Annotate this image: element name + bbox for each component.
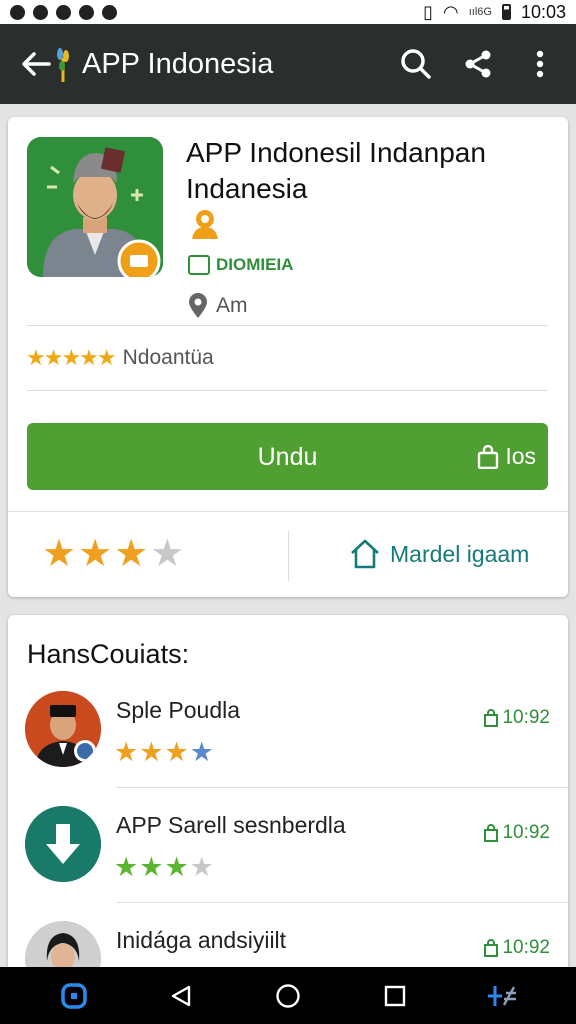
divider [27,325,548,326]
back-nav-button[interactable] [161,976,201,1016]
network-label: ııl6G [468,6,492,18]
navigation-bar [0,967,576,1024]
divider [288,531,289,581]
clock: 10:03 [520,1,566,22]
install-secondary: Ios [477,443,536,470]
star-icon: ★ [189,852,215,882]
accessibility-nav-button[interactable] [482,976,522,1016]
back-arrow-icon [22,52,51,76]
rating-text: Ndoantüa [122,346,214,369]
more-options-button[interactable] [522,46,558,82]
avatar [25,691,101,767]
download-icon [25,806,101,882]
triangle-back-icon [171,985,190,1006]
app-details-card: APP Indonesil Indanpan Indanesia DIOMIEI… [8,117,568,597]
divider [27,390,548,391]
bag-icon [484,709,499,727]
house-outline-icon [351,539,379,569]
list-item[interactable]: APP Sarell sesnberdla ★★★★ 10:92 [8,788,568,900]
wifi-icon: ◠ [443,1,459,22]
shopping-bag-icon [478,444,499,469]
wishlist-label: Mardel igaam [390,540,530,567]
vibrate-icon: ▯ [423,1,433,22]
star-icon[interactable]: ★ [42,533,78,575]
developer-icon[interactable] [188,207,222,246]
home-circle-icon [276,983,300,1008]
item-rating-stars: ★★★★ [114,852,215,883]
battery-icon [501,4,511,20]
badge-label: DIOMIEIA [216,255,294,274]
item-size-label: 10:92 [502,937,550,958]
star-icon[interactable]: ★ [150,533,186,575]
status-bar: ▯ ◠ ııl6G 10:03 [0,0,576,24]
star-icon: ★ [164,852,190,882]
assistant-icon [60,982,87,1009]
assistant-button[interactable] [54,976,94,1016]
rating-summary[interactable]: ★★★★★ Ndoantüa [26,345,214,371]
notification-icon [56,4,71,20]
install-button[interactable]: Undu Ios [27,423,548,490]
star-icon: ★ [139,737,165,767]
person-avatar-icon [25,691,101,767]
home-nav-button[interactable] [268,976,308,1016]
location-row: Am [188,293,248,319]
star-icon: ★ [164,737,190,767]
search-button[interactable] [398,46,434,82]
item-name: Sple Poudla [116,697,241,723]
recents-nav-button[interactable] [375,976,415,1016]
list-item[interactable]: Inidága andsiyiilt ★★★★ 10:92 [8,903,568,975]
badge-icon [188,255,210,275]
location-pin-icon [189,293,207,318]
item-size-label: 10:92 [502,707,550,728]
star-icon: ★ [189,737,215,767]
star-icon: ★ [114,852,140,882]
similar-apps-card: HansCouiats: Sple Poudla ★★★★ 10:92 APP … [8,615,568,975]
section-title: HansCouiats: [27,639,190,669]
item-name: Inidága andsiyiilt [116,927,287,953]
recents-square-icon [384,985,406,1006]
item-size: 10:92 [484,822,550,844]
rating-stars-icon: ★★★★★ [26,345,117,370]
notification-icon [102,4,117,20]
app-icon[interactable] [27,137,163,277]
search-icon [401,49,431,79]
item-name: APP Sarell sesnberdla [116,812,346,838]
app-bar-title: APP Indonesia [82,47,274,80]
star-icon[interactable]: ★ [114,533,150,575]
item-rating-stars: ★★★★ [114,737,215,768]
avatar [25,806,101,882]
share-icon [465,50,491,78]
bag-icon [484,824,499,842]
wishlist-button[interactable]: Mardel igaam [348,537,529,571]
notification-icon [79,4,94,20]
notification-icon [33,4,48,20]
split-screen-icon [488,985,517,1006]
app-bar: APP Indonesia [0,24,576,104]
list-item[interactable]: Sple Poudla ★★★★ 10:92 [8,673,568,785]
item-size-label: 10:92 [502,822,550,843]
category-badge: DIOMIEIA [188,255,293,275]
logo-icon [57,48,69,82]
user-rating-stars[interactable]: ★★★★ [42,531,186,576]
divider [8,511,568,512]
item-size: 10:92 [484,937,550,959]
person-illustration-icon [27,137,163,277]
star-icon: ★ [114,737,140,767]
back-button[interactable] [18,46,54,82]
item-size: 10:92 [484,707,550,729]
install-label: Undu [257,443,318,471]
share-button[interactable] [460,46,496,82]
star-icon[interactable]: ★ [78,533,114,575]
star-icon: ★ [139,852,165,882]
install-secondary-label: Ios [505,443,536,469]
app-name: APP Indonesil Indanpan Indanesia [186,137,486,204]
developer-avatar-icon [192,210,218,239]
location-label: Am [216,294,248,317]
more-vert-icon [536,50,544,78]
bag-icon [484,939,499,957]
notification-icon [10,4,25,20]
